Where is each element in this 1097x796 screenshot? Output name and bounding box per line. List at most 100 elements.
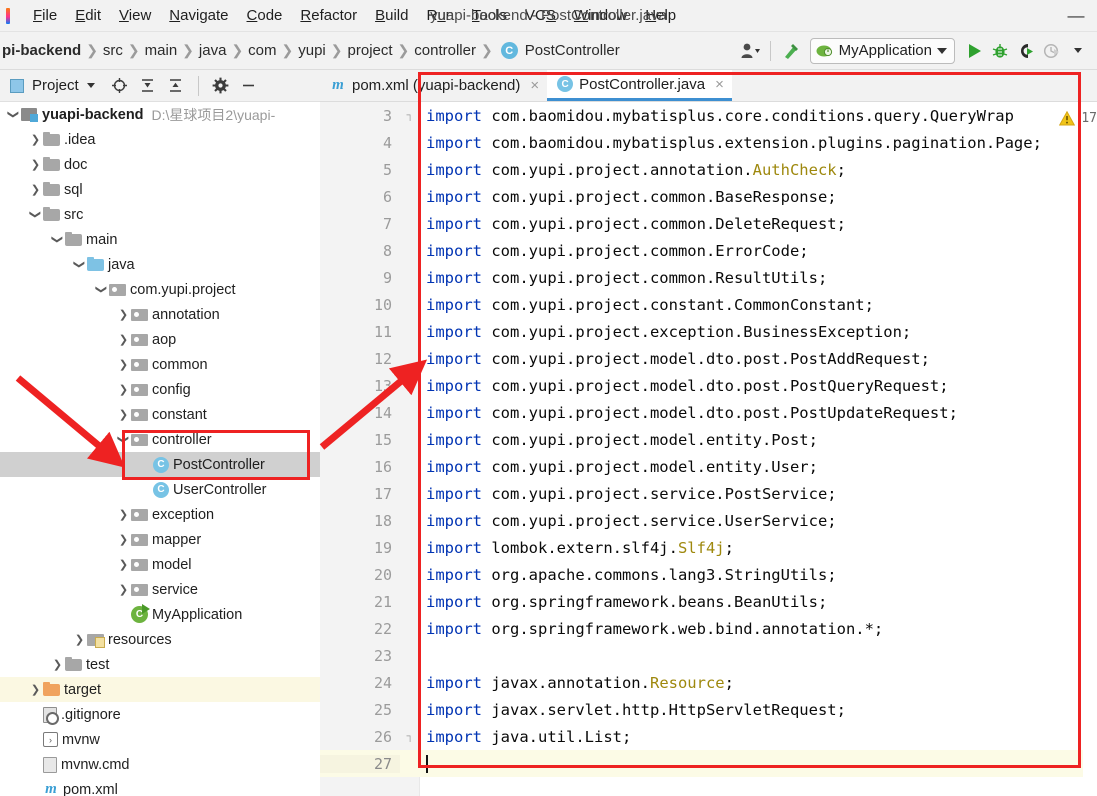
profiler-icon[interactable] [1039, 38, 1065, 64]
menu-item-refactor[interactable]: Refactor [291, 5, 366, 26]
tree-item-doc[interactable]: ❯ doc [0, 152, 320, 177]
breadcrumb-item-java[interactable]: java [196, 42, 230, 59]
breadcrumb-item-src[interactable]: src [100, 42, 126, 59]
menu-item-build[interactable]: Build [366, 5, 417, 26]
menu-item-view[interactable]: View [110, 5, 160, 26]
menu-item-run[interactable]: Run [417, 5, 463, 26]
tree-item-com-yupi-project[interactable]: ❯ com.yupi.project [0, 277, 320, 302]
chevron-right-icon[interactable]: ❯ [28, 683, 43, 696]
chevron-down-icon[interactable]: ❯ [51, 232, 64, 247]
hammer-build-icon[interactable] [778, 38, 804, 64]
warning-triangle-icon[interactable] [1058, 110, 1076, 126]
tree-item-mvnw-cmd[interactable]: ❯mvnw.cmd [0, 752, 320, 777]
chevron-right-icon[interactable]: ❯ [28, 158, 43, 171]
chevron-right-icon[interactable]: ❯ [28, 183, 43, 196]
collapse-all-icon[interactable] [163, 73, 189, 99]
minimize-button[interactable]: — [1065, 6, 1087, 26]
tree-item-test[interactable]: ❯ test [0, 652, 320, 677]
tree-item-exception[interactable]: ❯ exception [0, 502, 320, 527]
chevron-right-icon[interactable]: ❯ [116, 558, 131, 571]
tree-item-service[interactable]: ❯ service [0, 577, 320, 602]
tree-item-main[interactable]: ❯ main [0, 227, 320, 252]
locate-icon[interactable] [107, 73, 133, 99]
editor-tab-postcontroller[interactable]: C PostController.java × [547, 70, 732, 101]
chevron-right-icon[interactable]: ❯ [116, 508, 131, 521]
code-line-15[interactable]: 15 import com.yupi.project.model.entity.P… [320, 426, 1097, 453]
chevron-down-icon[interactable] [937, 47, 947, 54]
hide-icon[interactable] [236, 73, 262, 99]
editor-tab-pom[interactable]: m pom.xml (yuapi-backend) × [320, 70, 547, 101]
tree-item-sql[interactable]: ❯ sql [0, 177, 320, 202]
tree-item-constant[interactable]: ❯ constant [0, 402, 320, 427]
expand-all-icon[interactable] [135, 73, 161, 99]
code-line-24[interactable]: 24 import javax.annotation.Resource; [320, 669, 1097, 696]
chevron-right-icon[interactable]: ❯ [72, 633, 87, 646]
code-line-12[interactable]: 12 import com.yupi.project.model.dto.post… [320, 345, 1097, 372]
chevron-right-icon[interactable]: ❯ [116, 408, 131, 421]
code-line-8[interactable]: 8 import com.yupi.project.common.ErrorCod… [320, 237, 1097, 264]
chevron-down-icon[interactable]: ❯ [95, 282, 108, 297]
profiler-dropdown-icon[interactable] [1065, 38, 1091, 64]
code-line-18[interactable]: 18 import com.yupi.project.service.UserSe… [320, 507, 1097, 534]
tree-item-postcontroller[interactable]: ❯CPostController [0, 452, 320, 477]
code-line-17[interactable]: 17 import com.yupi.project.service.PostSe… [320, 480, 1097, 507]
code-editor[interactable]: 3 ┐ import com.baomidou.mybatisplus.core.c… [320, 102, 1097, 796]
fold-marker-icon[interactable]: ┐ [400, 731, 420, 742]
code-line-20[interactable]: 20 import org.apache.commons.lang3.String… [320, 561, 1097, 588]
chevron-right-icon[interactable]: ❯ [50, 658, 65, 671]
menu-item-code[interactable]: Code [238, 5, 292, 26]
chevron-down-icon[interactable]: ❯ [29, 207, 42, 222]
fold-marker-icon[interactable]: ┐ [400, 110, 420, 121]
menu-item-file[interactable]: File [24, 5, 66, 26]
chevron-right-icon[interactable]: ❯ [116, 383, 131, 396]
chevron-right-icon[interactable]: ❯ [116, 583, 131, 596]
breadcrumb-item-controller[interactable]: controller [411, 42, 479, 59]
run-configuration-selector[interactable]: MyApplication [809, 37, 955, 64]
run-icon[interactable] [961, 38, 987, 64]
breadcrumb-item-pi-backend[interactable]: pi-backend [2, 42, 84, 59]
menu-item-window[interactable]: Window [565, 5, 636, 26]
run-coverage-icon[interactable] [1013, 38, 1039, 64]
editor-marker-stripe[interactable] [1083, 204, 1097, 796]
code-line-25[interactable]: 25 import javax.servlet.http.HttpServletR… [320, 696, 1097, 723]
code-line-14[interactable]: 14 import com.yupi.project.model.dto.post… [320, 399, 1097, 426]
tree-item-src[interactable]: ❯ src [0, 202, 320, 227]
code-lines[interactable]: 3 ┐ import com.baomidou.mybatisplus.core.c… [320, 102, 1097, 777]
menu-item-navigate[interactable]: Navigate [160, 5, 237, 26]
breadcrumb-item-main[interactable]: main [142, 42, 181, 59]
tree-item-target[interactable]: ❯ target [0, 677, 320, 702]
code-line-13[interactable]: 13 import com.yupi.project.model.dto.post… [320, 372, 1097, 399]
chevron-down-icon[interactable]: ❯ [117, 432, 130, 447]
chevron-right-icon[interactable]: ❯ [116, 358, 131, 371]
menu-item-edit[interactable]: Edit [66, 5, 110, 26]
breadcrumb-item-com[interactable]: com [245, 42, 279, 59]
breadcrumb-item-project[interactable]: project [345, 42, 396, 59]
breadcrumb-item-class[interactable]: PostController [522, 42, 623, 59]
menu-item-help[interactable]: Help [636, 5, 685, 26]
code-line-26[interactable]: 26 ┐ import java.util.List; [320, 723, 1097, 750]
code-line-7[interactable]: 7 import com.yupi.project.common.DeleteRe… [320, 210, 1097, 237]
code-line-19[interactable]: 19 import lombok.extern.slf4j.Slf4j; [320, 534, 1097, 561]
code-line-11[interactable]: 11 import com.yupi.project.exception.Busi… [320, 318, 1097, 345]
code-line-5[interactable]: 5 import com.yupi.project.annotation.Auth… [320, 156, 1097, 183]
breadcrumb-item-yupi[interactable]: yupi [295, 42, 329, 59]
tree-item-aop[interactable]: ❯ aop [0, 327, 320, 352]
user-avatar-icon[interactable] [737, 38, 763, 64]
project-tree[interactable]: ❯ yuapi-backend D:\星球项目2\yuapi- ❯ .idea ❯ doc ❯… [0, 102, 320, 796]
tree-item-usercontroller[interactable]: ❯CUserController [0, 477, 320, 502]
code-line-16[interactable]: 16 import com.yupi.project.model.entity.U… [320, 453, 1097, 480]
tree-item-gitignore[interactable]: ❯.gitignore [0, 702, 320, 727]
debug-icon[interactable] [987, 38, 1013, 64]
tree-item-controller[interactable]: ❯ controller [0, 427, 320, 452]
tree-item-common[interactable]: ❯ common [0, 352, 320, 377]
tree-item-model[interactable]: ❯ model [0, 552, 320, 577]
code-line-9[interactable]: 9 import com.yupi.project.common.ResultUt… [320, 264, 1097, 291]
tree-item-pom-xml[interactable]: ❯mpom.xml [0, 777, 320, 796]
tree-item-mvnw[interactable]: ❯›mvnw [0, 727, 320, 752]
tree-item-yuapi-backend[interactable]: ❯ yuapi-backend D:\星球项目2\yuapi- [0, 102, 320, 127]
close-icon[interactable]: × [715, 76, 724, 93]
code-line-27[interactable]: 27 [320, 750, 1097, 777]
tree-item-mapper[interactable]: ❯ mapper [0, 527, 320, 552]
tree-item-resources[interactable]: ❯ resources [0, 627, 320, 652]
tree-item-myapplication[interactable]: ❯CMyApplication [0, 602, 320, 627]
